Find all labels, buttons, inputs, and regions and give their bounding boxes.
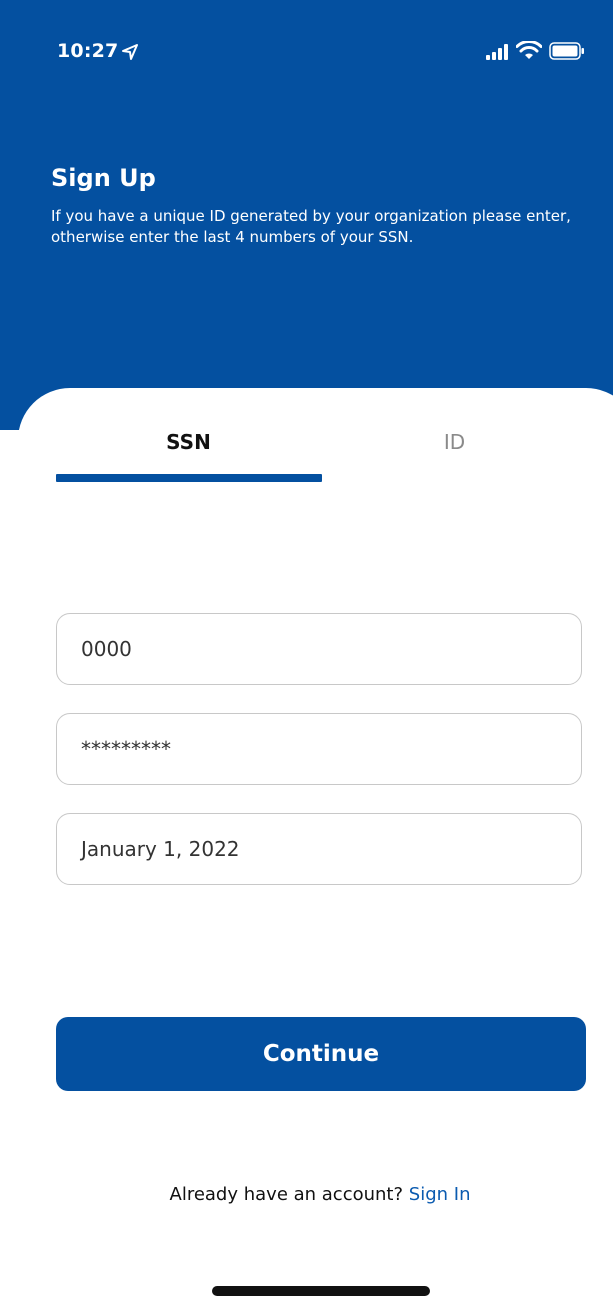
date-of-birth-input[interactable]: January 1, 2022 [56,813,582,885]
battery-icon [549,42,584,60]
continue-button[interactable]: Continue [56,1017,586,1091]
location-arrow-icon [122,44,138,60]
status-time: 10:27 [57,40,119,62]
sign-up-screen: 10:27 Sign Up If you have a unique ID ge… [0,0,613,1299]
header-banner: 10:27 Sign Up If you have a unique ID ge… [0,0,613,430]
page-title: Sign Up [51,164,156,192]
signal-icon [486,44,508,60]
page-subtitle: If you have a unique ID generated by you… [51,207,571,246]
tab-id[interactable]: ID [322,430,587,454]
wifi-icon [516,41,542,59]
date-of-birth-value: January 1, 2022 [81,837,240,861]
password-input[interactable]: ********* [56,713,582,785]
sign-in-prompt: Already have an account? Sign In [0,1184,613,1205]
password-input-value: ********* [81,737,171,761]
ssn-input[interactable]: 0000 [56,613,582,685]
home-indicator[interactable] [212,1286,430,1296]
ssn-input-value: 0000 [81,637,132,661]
sign-in-prompt-text: Already have an account? [169,1184,404,1205]
sign-in-link[interactable]: Sign In [409,1184,471,1205]
tab-active-indicator [56,474,322,482]
status-bar: 10:27 [0,0,613,90]
tab-ssn[interactable]: SSN [56,430,321,454]
